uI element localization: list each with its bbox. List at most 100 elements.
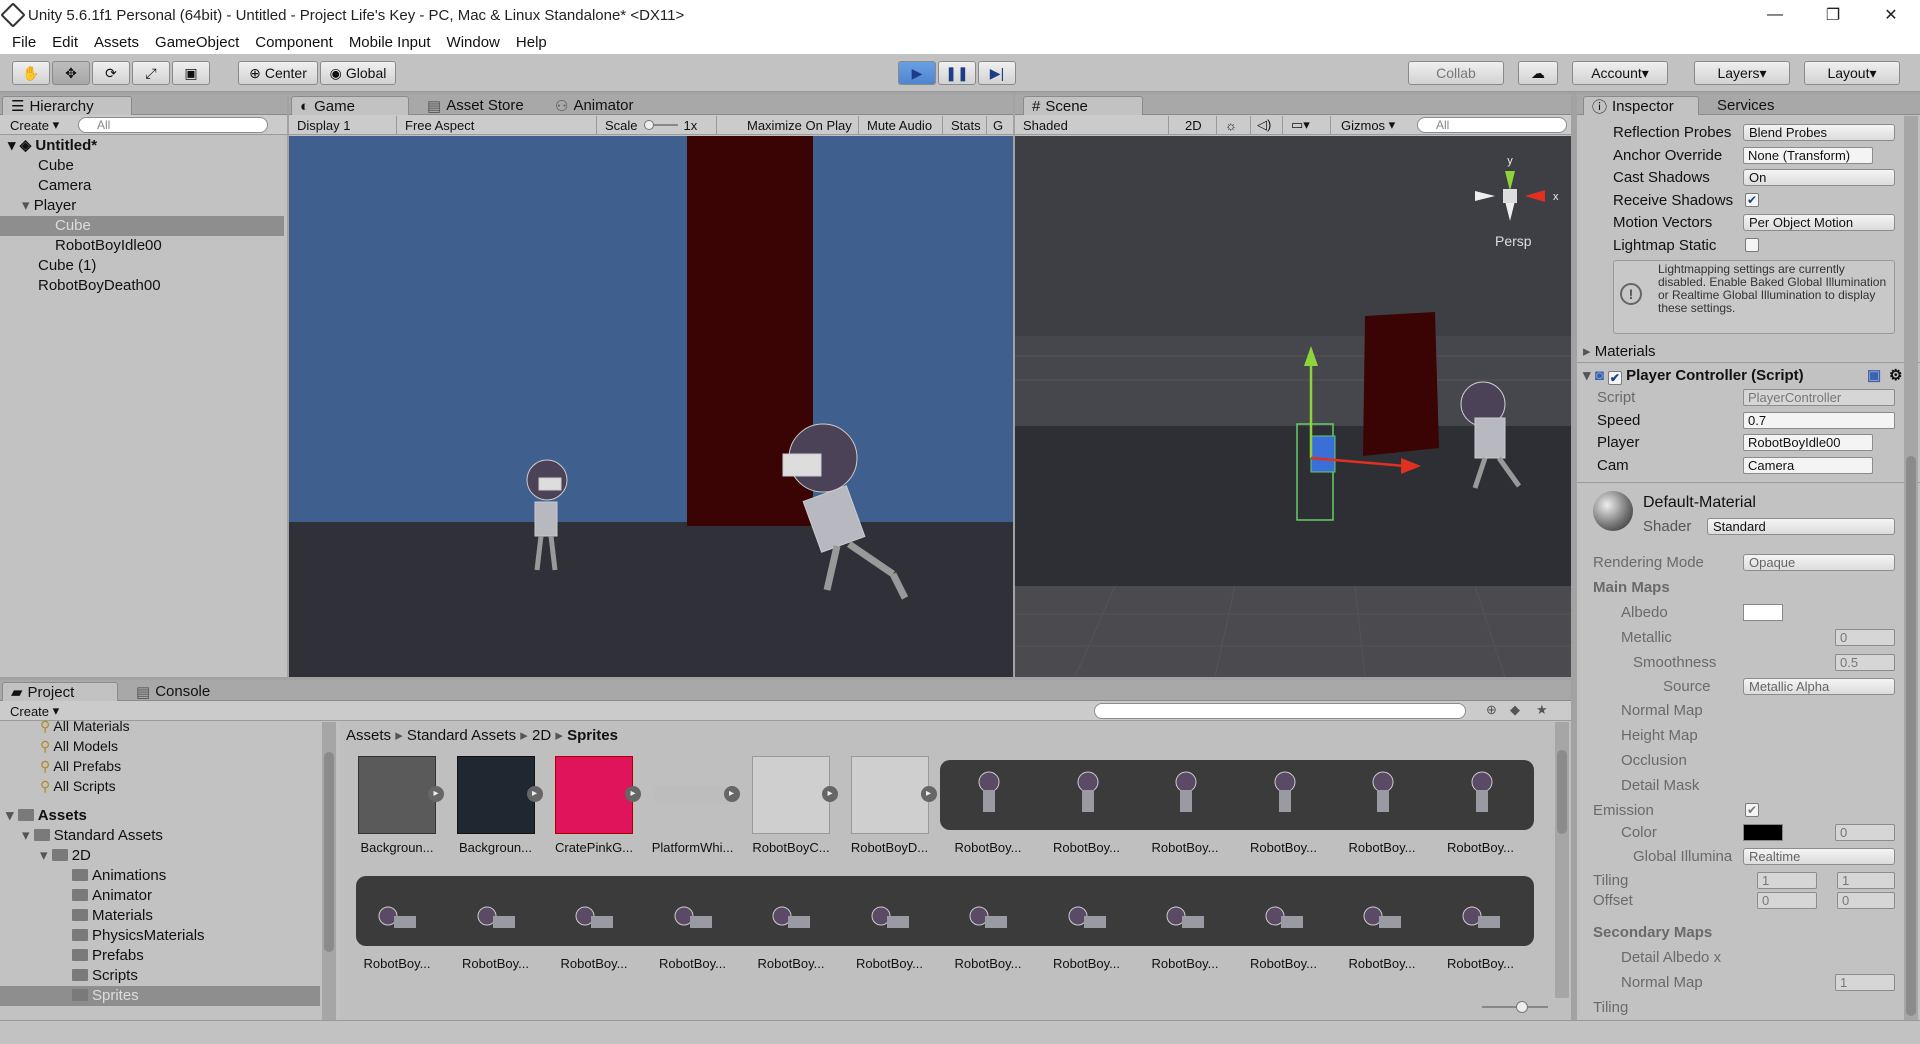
audio-toggle[interactable]: ◁) — [1253, 116, 1283, 134]
collab-button[interactable]: Collab — [1408, 61, 1504, 85]
scene-view[interactable]: y x Persp — [1015, 136, 1571, 677]
asset-item[interactable]: RobotBoy... — [1440, 872, 1522, 976]
scale-slider[interactable]: Scale 1x — [601, 116, 717, 134]
tree-prefabs[interactable]: Prefabs — [72, 946, 144, 966]
filter-label-icon[interactable]: ◆ — [1510, 702, 1520, 718]
asset-item[interactable]: RobotBoy... — [947, 872, 1029, 976]
rotate-tool-button[interactable]: ⟳ — [92, 61, 130, 85]
emission-checkbox[interactable]: ✔ — [1745, 803, 1759, 817]
asset-item[interactable]: RobotBoy... — [947, 756, 1029, 860]
source-dropdown[interactable]: Metallic Alpha — [1743, 678, 1895, 695]
albedo-color-swatch[interactable] — [1743, 604, 1783, 621]
expand-sprite-icon[interactable]: ▸ — [723, 786, 740, 802]
menu-assets[interactable]: Assets — [86, 34, 147, 51]
expand-sprite-icon[interactable]: ▸ — [428, 786, 444, 802]
asset-grid-scroll-thumb[interactable] — [1557, 750, 1567, 834]
maximize-button[interactable]: ❐ — [1804, 0, 1862, 30]
hierarchy-item[interactable]: RobotBoyDeath00 — [0, 276, 284, 296]
offset-y-field[interactable]: 0 — [1837, 892, 1895, 909]
hierarchy-item[interactable]: RobotBoyIdle00 — [0, 236, 284, 256]
hierarchy-search-input[interactable]: All — [78, 117, 268, 133]
tab-game[interactable]: ◐ Game — [291, 96, 409, 115]
menu-component[interactable]: Component — [247, 34, 341, 51]
asset-item[interactable]: RobotBoy... — [1440, 756, 1522, 860]
emission-color-swatch[interactable] — [1743, 824, 1783, 841]
tab-asset-store[interactable]: ▤ Asset Store — [419, 96, 539, 115]
aspect-dropdown[interactable]: Free Aspect — [401, 116, 597, 134]
tree-physics-materials[interactable]: PhysicsMaterials — [72, 926, 205, 946]
tab-project[interactable]: ▰ Project — [2, 682, 118, 701]
account-dropdown[interactable]: Account ▾ — [1572, 61, 1668, 85]
hierarchy-item[interactable]: Cube — [0, 156, 284, 176]
cast-shadows-dropdown[interactable]: On — [1743, 169, 1895, 186]
asset-item[interactable]: ▸ PlatformWhi... — [652, 756, 740, 860]
gizmos-toggle[interactable]: G — [989, 116, 1009, 134]
tiling-y-field[interactable]: 1 — [1837, 872, 1895, 889]
favorite-all-materials[interactable]: ⚲ All Materials — [40, 716, 130, 736]
breadcrumb-2d[interactable]: 2D — [532, 727, 551, 744]
scene-search-input[interactable]: All — [1417, 117, 1567, 133]
asset-item[interactable]: RobotBoy... — [356, 872, 438, 976]
shader-dropdown[interactable]: Standard — [1707, 518, 1895, 535]
cloud-button[interactable]: ☁ — [1518, 61, 1558, 85]
asset-item[interactable]: RobotBoy... — [1341, 756, 1423, 860]
gear-icon[interactable]: ⚙ — [1889, 366, 1902, 384]
expand-sprite-icon[interactable]: ▸ — [625, 786, 641, 802]
hand-tool-button[interactable]: ✋ — [12, 61, 50, 85]
pivot-global-button[interactable]: ◉ Global — [320, 61, 396, 85]
breadcrumb-standard-assets[interactable]: Standard Assets — [407, 727, 516, 744]
asset-item[interactable]: RobotBoy... — [1046, 872, 1128, 976]
scale-tool-button[interactable]: ⤢ — [132, 61, 170, 85]
inspector-scroll-thumb[interactable] — [1906, 456, 1916, 1016]
scene-root-row[interactable]: ▾ ◈ Untitled* — [0, 136, 287, 156]
expand-sprite-icon[interactable]: ▸ — [822, 786, 838, 802]
motion-vectors-dropdown[interactable]: Per Object Motion — [1743, 214, 1895, 231]
close-button[interactable]: ✕ — [1862, 0, 1920, 30]
asset-item[interactable]: RobotBoy... — [1243, 756, 1325, 860]
2d-toggle[interactable]: 2D — [1181, 116, 1217, 134]
inspector-scrollbar[interactable] — [1904, 116, 1918, 1020]
tree-assets[interactable]: ▾ Assets — [6, 806, 87, 826]
hierarchy-item[interactable]: ▾ Player — [0, 196, 284, 216]
tiling-x-field[interactable]: 1 — [1757, 872, 1817, 889]
layout-dropdown[interactable]: Layout ▾ — [1804, 61, 1900, 85]
rendering-mode-dropdown[interactable]: Opaque — [1743, 554, 1895, 571]
tab-inspector[interactable]: ⓘ Inspector — [1583, 96, 1699, 116]
menu-gameobject[interactable]: GameObject — [147, 34, 247, 51]
favorite-star-icon[interactable]: ★ — [1536, 702, 1548, 718]
tree-animations[interactable]: Animations — [72, 866, 166, 886]
asset-item[interactable]: RobotBoy... — [1144, 872, 1226, 976]
menu-mobile-input[interactable]: Mobile Input — [341, 34, 439, 51]
tree-animator[interactable]: Animator — [72, 886, 152, 906]
step-button[interactable]: ▶| — [978, 61, 1016, 85]
tab-animator[interactable]: ⚇ Animator — [547, 96, 657, 115]
tree-materials[interactable]: Materials — [72, 906, 153, 926]
thumbnail-size-slider[interactable] — [1482, 1001, 1548, 1013]
tree-standard-assets[interactable]: ▾ Standard Assets — [22, 826, 163, 846]
speed-field[interactable]: 0.7 — [1743, 412, 1895, 429]
rect-tool-button[interactable]: ▣ — [172, 61, 210, 85]
asset-item[interactable]: RobotBoy... — [1046, 756, 1128, 860]
materials-foldout[interactable]: ▸ Materials — [1583, 342, 1656, 360]
pause-button[interactable]: ❚❚ — [938, 61, 976, 85]
asset-item[interactable]: RobotBoy... — [455, 872, 537, 976]
tree-scripts[interactable]: Scripts — [72, 966, 138, 986]
normal-map-2-field[interactable]: 1 — [1835, 974, 1895, 991]
anchor-override-field[interactable]: None (Transform) — [1743, 147, 1873, 164]
asset-item[interactable]: RobotBoy... — [849, 872, 931, 976]
menu-file[interactable]: File — [4, 34, 44, 51]
asset-item[interactable]: ▸ Backgroun... — [455, 756, 543, 860]
effects-dropdown[interactable]: ▭▾ — [1287, 116, 1331, 134]
asset-item[interactable]: ▸ CratePinkG... — [553, 756, 641, 860]
tree-2d[interactable]: ▾ 2D — [40, 846, 91, 866]
hierarchy-create-button[interactable]: Create ▾ — [6, 116, 63, 134]
favorite-all-models[interactable]: ⚲ All Models — [40, 736, 118, 756]
asset-item[interactable]: ▸ RobotBoyC... — [750, 756, 838, 860]
tab-hierarchy[interactable]: ☰ Hierarchy — [2, 96, 132, 115]
layers-dropdown[interactable]: Layers ▾ — [1694, 61, 1790, 85]
play-button[interactable]: ▶ — [898, 61, 936, 85]
pivot-center-button[interactable]: ⊕ Center — [238, 61, 318, 85]
breadcrumb-sprites[interactable]: Sprites — [567, 727, 618, 744]
asset-item[interactable]: RobotBoy... — [652, 872, 734, 976]
asset-item[interactable]: RobotBoy... — [750, 872, 832, 976]
